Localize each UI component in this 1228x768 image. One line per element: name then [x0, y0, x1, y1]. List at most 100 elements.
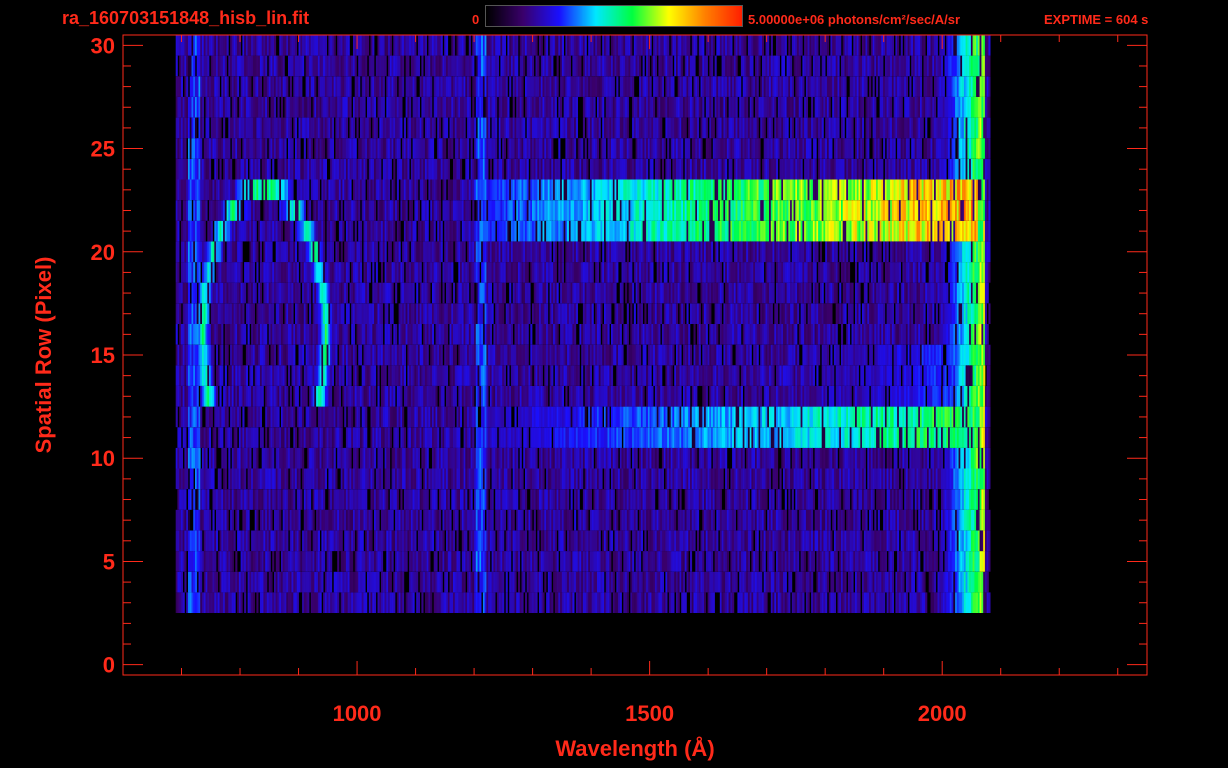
pixel-cell: [760, 592, 763, 613]
pixel-cell: [605, 489, 608, 510]
pixel-cell: [712, 571, 715, 593]
pixel-cell: [491, 571, 494, 593]
pixel-cell: [307, 571, 310, 593]
pixel-cell: [523, 386, 526, 407]
pixel-cell: [941, 447, 944, 469]
pixel-cell: [618, 427, 621, 448]
pixel-cell: [402, 509, 405, 531]
pixel-cell: [461, 592, 464, 613]
pixel-cell: [456, 489, 459, 510]
pixel-cell: [291, 530, 294, 552]
pixel-cell: [934, 509, 937, 531]
pixel-cell: [193, 571, 196, 593]
pixel-cell: [338, 365, 341, 386]
pixel-cell: [224, 489, 227, 510]
pixel-cell: [784, 468, 787, 490]
pixel-cell: [398, 468, 401, 490]
pixel-cell: [842, 365, 845, 386]
pixel-cell: [716, 571, 719, 593]
pixel-cell: [244, 447, 247, 469]
pixel-cell: [209, 571, 212, 593]
pixel-cell: [623, 509, 626, 531]
pixel-cell: [231, 530, 234, 552]
pixel-cell: [516, 530, 519, 552]
pixel-cell: [886, 530, 889, 552]
pixel-cell: [446, 447, 449, 469]
pixel-cell: [575, 386, 578, 407]
pixel-cell: [389, 530, 392, 552]
pixel-cell: [944, 489, 947, 510]
pixel-cell: [835, 551, 838, 572]
pixel-cell: [433, 489, 436, 510]
pixel-cell: [898, 509, 901, 531]
pixel-cell: [798, 489, 801, 510]
pixel-cell: [956, 592, 959, 613]
pixel-cell: [988, 468, 991, 490]
pixel-cell: [839, 489, 842, 510]
pixel-cell: [862, 406, 865, 428]
pixel-cell: [776, 571, 779, 593]
pixel-cell: [862, 489, 865, 510]
pixel-cell: [381, 468, 384, 490]
pixel-cell: [338, 530, 341, 552]
pixel-cell: [532, 406, 535, 428]
pixel-cell: [226, 406, 229, 428]
pixel-cell: [719, 530, 722, 552]
pixel-cell: [579, 592, 582, 613]
pixel-cell: [725, 468, 728, 490]
pixel-cell: [381, 427, 384, 448]
pixel-cell: [186, 386, 189, 407]
pixel-cell: [384, 365, 387, 386]
pixel-cell: [275, 406, 278, 428]
pixel-cell: [712, 447, 715, 469]
pixel-cell: [960, 551, 963, 572]
pixel-cell: [224, 530, 227, 552]
pixel-cell: [953, 530, 956, 552]
pixel-cell: [902, 386, 905, 407]
pixel-cell: [460, 406, 463, 428]
pixel-cell: [353, 530, 356, 552]
pixel-cell: [180, 468, 183, 490]
pixel-cell: [600, 406, 603, 428]
pixel-cell: [396, 447, 399, 469]
pixel-cell: [398, 447, 401, 469]
pixel-cell: [637, 571, 640, 593]
pixel-cell: [526, 551, 529, 572]
pixel-cell: [256, 447, 259, 469]
pixel-cell: [465, 447, 468, 469]
pixel-cell: [630, 365, 633, 386]
pixel-cell: [668, 386, 671, 407]
pixel-cell: [228, 365, 231, 386]
pixel-cell: [795, 571, 798, 593]
pixel-cell: [324, 468, 327, 490]
pixel-cell: [361, 365, 364, 386]
pixel-cell: [367, 447, 370, 469]
pixel-cell: [709, 489, 712, 510]
pixel-cell: [623, 468, 626, 490]
pixel-cell: [695, 386, 698, 407]
pixel-cell: [814, 592, 817, 613]
pixel-cell: [396, 468, 399, 490]
pixel-cell: [653, 406, 656, 428]
pixel-cell: [365, 406, 368, 428]
pixel-cell: [277, 406, 280, 428]
pixel-cell: [776, 509, 779, 531]
pixel-cell: [804, 386, 807, 407]
pixel-cell: [725, 427, 728, 448]
pixel-cell: [563, 592, 566, 613]
pixel-cell: [826, 427, 829, 448]
pixel-cell: [180, 530, 183, 552]
pixel-cell: [941, 427, 944, 448]
pixel-cell: [823, 365, 826, 386]
pixel-cell: [897, 406, 900, 428]
pixel-cell: [212, 386, 215, 407]
pixel-cell: [444, 489, 447, 510]
pixel-cell: [981, 427, 984, 448]
pixel-cell: [862, 551, 865, 572]
pixel-cell: [472, 386, 475, 407]
pixel-cell: [735, 406, 738, 428]
pixel-cell: [851, 427, 854, 448]
pixel-cell: [291, 365, 294, 386]
pixel-cell: [247, 551, 250, 572]
pixel-cell: [677, 592, 680, 613]
